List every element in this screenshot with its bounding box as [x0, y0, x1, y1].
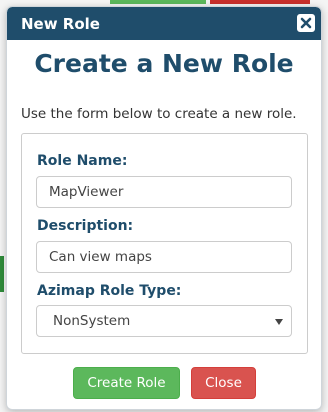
dialog-titlebar: New Role — [7, 7, 321, 40]
role-name-label: Role Name: — [37, 153, 128, 169]
role-form: Role Name: MapViewer Description: Can vi… — [21, 133, 308, 354]
create-role-button[interactable]: Create Role — [73, 367, 180, 399]
role-type-select[interactable]: NonSystem — [36, 305, 292, 337]
close-icon — [300, 17, 312, 29]
background-element — [110, 0, 206, 4]
description-input[interactable]: Can view maps — [36, 241, 292, 273]
description-value: Can view maps — [49, 249, 152, 265]
role-type-value: NonSystem — [53, 313, 131, 329]
close-dialog-button[interactable] — [297, 14, 315, 32]
new-role-dialog: New Role Create a New Role Use the form … — [6, 6, 322, 410]
background-element — [210, 0, 310, 4]
dialog-intro-text: Use the form below to create a new role. — [21, 106, 297, 122]
background-element — [0, 256, 4, 292]
role-name-input[interactable]: MapViewer — [36, 176, 292, 208]
role-type-label: Azimap Role Type: — [37, 283, 182, 299]
chevron-down-icon — [275, 319, 283, 325]
dialog-title: New Role — [21, 15, 100, 33]
role-name-value: MapViewer — [49, 184, 124, 200]
dialog-heading: Create a New Role — [34, 49, 294, 78]
close-button[interactable]: Close — [191, 367, 256, 399]
description-label: Description: — [37, 218, 134, 234]
